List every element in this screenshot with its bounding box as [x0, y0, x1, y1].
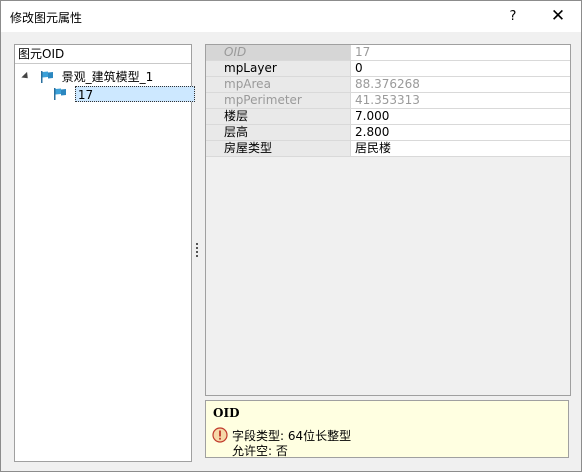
close-button[interactable]: ✕	[537, 3, 579, 30]
tree-node-feature[interactable]: 17	[53, 86, 195, 103]
property-value[interactable]: 0	[350, 60, 570, 77]
window-title: 修改图元属性	[10, 11, 83, 25]
property-row[interactable]: mpLayer 0	[206, 60, 570, 77]
property-row[interactable]: 房屋类型 居民楼	[206, 140, 570, 157]
property-value: 41.353313	[350, 92, 570, 109]
splitter-grip-icon[interactable]	[196, 243, 199, 261]
collapse-arrow-icon[interactable]	[21, 71, 31, 82]
layer-flag-icon	[40, 70, 53, 83]
property-value[interactable]: 7.000	[350, 108, 570, 125]
property-name: mpLayer	[206, 60, 351, 77]
feature-tree[interactable]: 图元OID 景观_建筑模型_1 17	[14, 44, 195, 462]
property-row[interactable]: mpArea 88.376268	[206, 76, 570, 93]
tree-node-label-selected[interactable]: 17	[74, 86, 195, 102]
property-name: 楼层	[206, 108, 351, 125]
property-grid[interactable]: OID 17 mpLayer 0 mpArea 88.376268 mpPeri…	[205, 44, 571, 396]
description-nullable: 允许空: 否	[232, 444, 288, 458]
property-description-panel: OID 字段类型: 64位长整型 允许空: 否	[205, 400, 569, 458]
property-row[interactable]: 楼层 7.000	[206, 108, 570, 125]
property-value[interactable]: 居民楼	[350, 140, 570, 157]
feature-flag-icon	[54, 88, 66, 100]
property-row[interactable]: mpPerimeter 41.353313	[206, 92, 570, 109]
help-button[interactable]: ?	[493, 3, 533, 30]
property-name: mpArea	[206, 76, 351, 93]
info-warning-icon	[212, 427, 228, 443]
property-name: 房屋类型	[206, 140, 351, 157]
property-row[interactable]: OID 17	[206, 45, 570, 61]
tree-node-label[interactable]: 景观_建筑模型_1	[62, 70, 154, 84]
property-row[interactable]: 层高 2.800	[206, 124, 570, 141]
property-name: mpPerimeter	[206, 92, 351, 109]
tree-node-layer[interactable]: 景观_建筑模型_1	[19, 68, 153, 84]
property-value: 88.376268	[350, 76, 570, 93]
title-bar[interactable]: 修改图元属性 ? ✕	[1, 1, 581, 32]
description-title: OID	[213, 406, 240, 420]
property-name: OID	[206, 45, 351, 61]
dialog-window: 修改图元属性 ? ✕ 图元OID 景观_建筑模型_1 17 OID 17 mpL…	[0, 0, 582, 472]
property-name: 层高	[206, 124, 351, 141]
tree-header[interactable]: 图元OID	[15, 45, 191, 64]
property-value: 17	[350, 45, 570, 61]
property-value[interactable]: 2.800	[350, 124, 570, 141]
